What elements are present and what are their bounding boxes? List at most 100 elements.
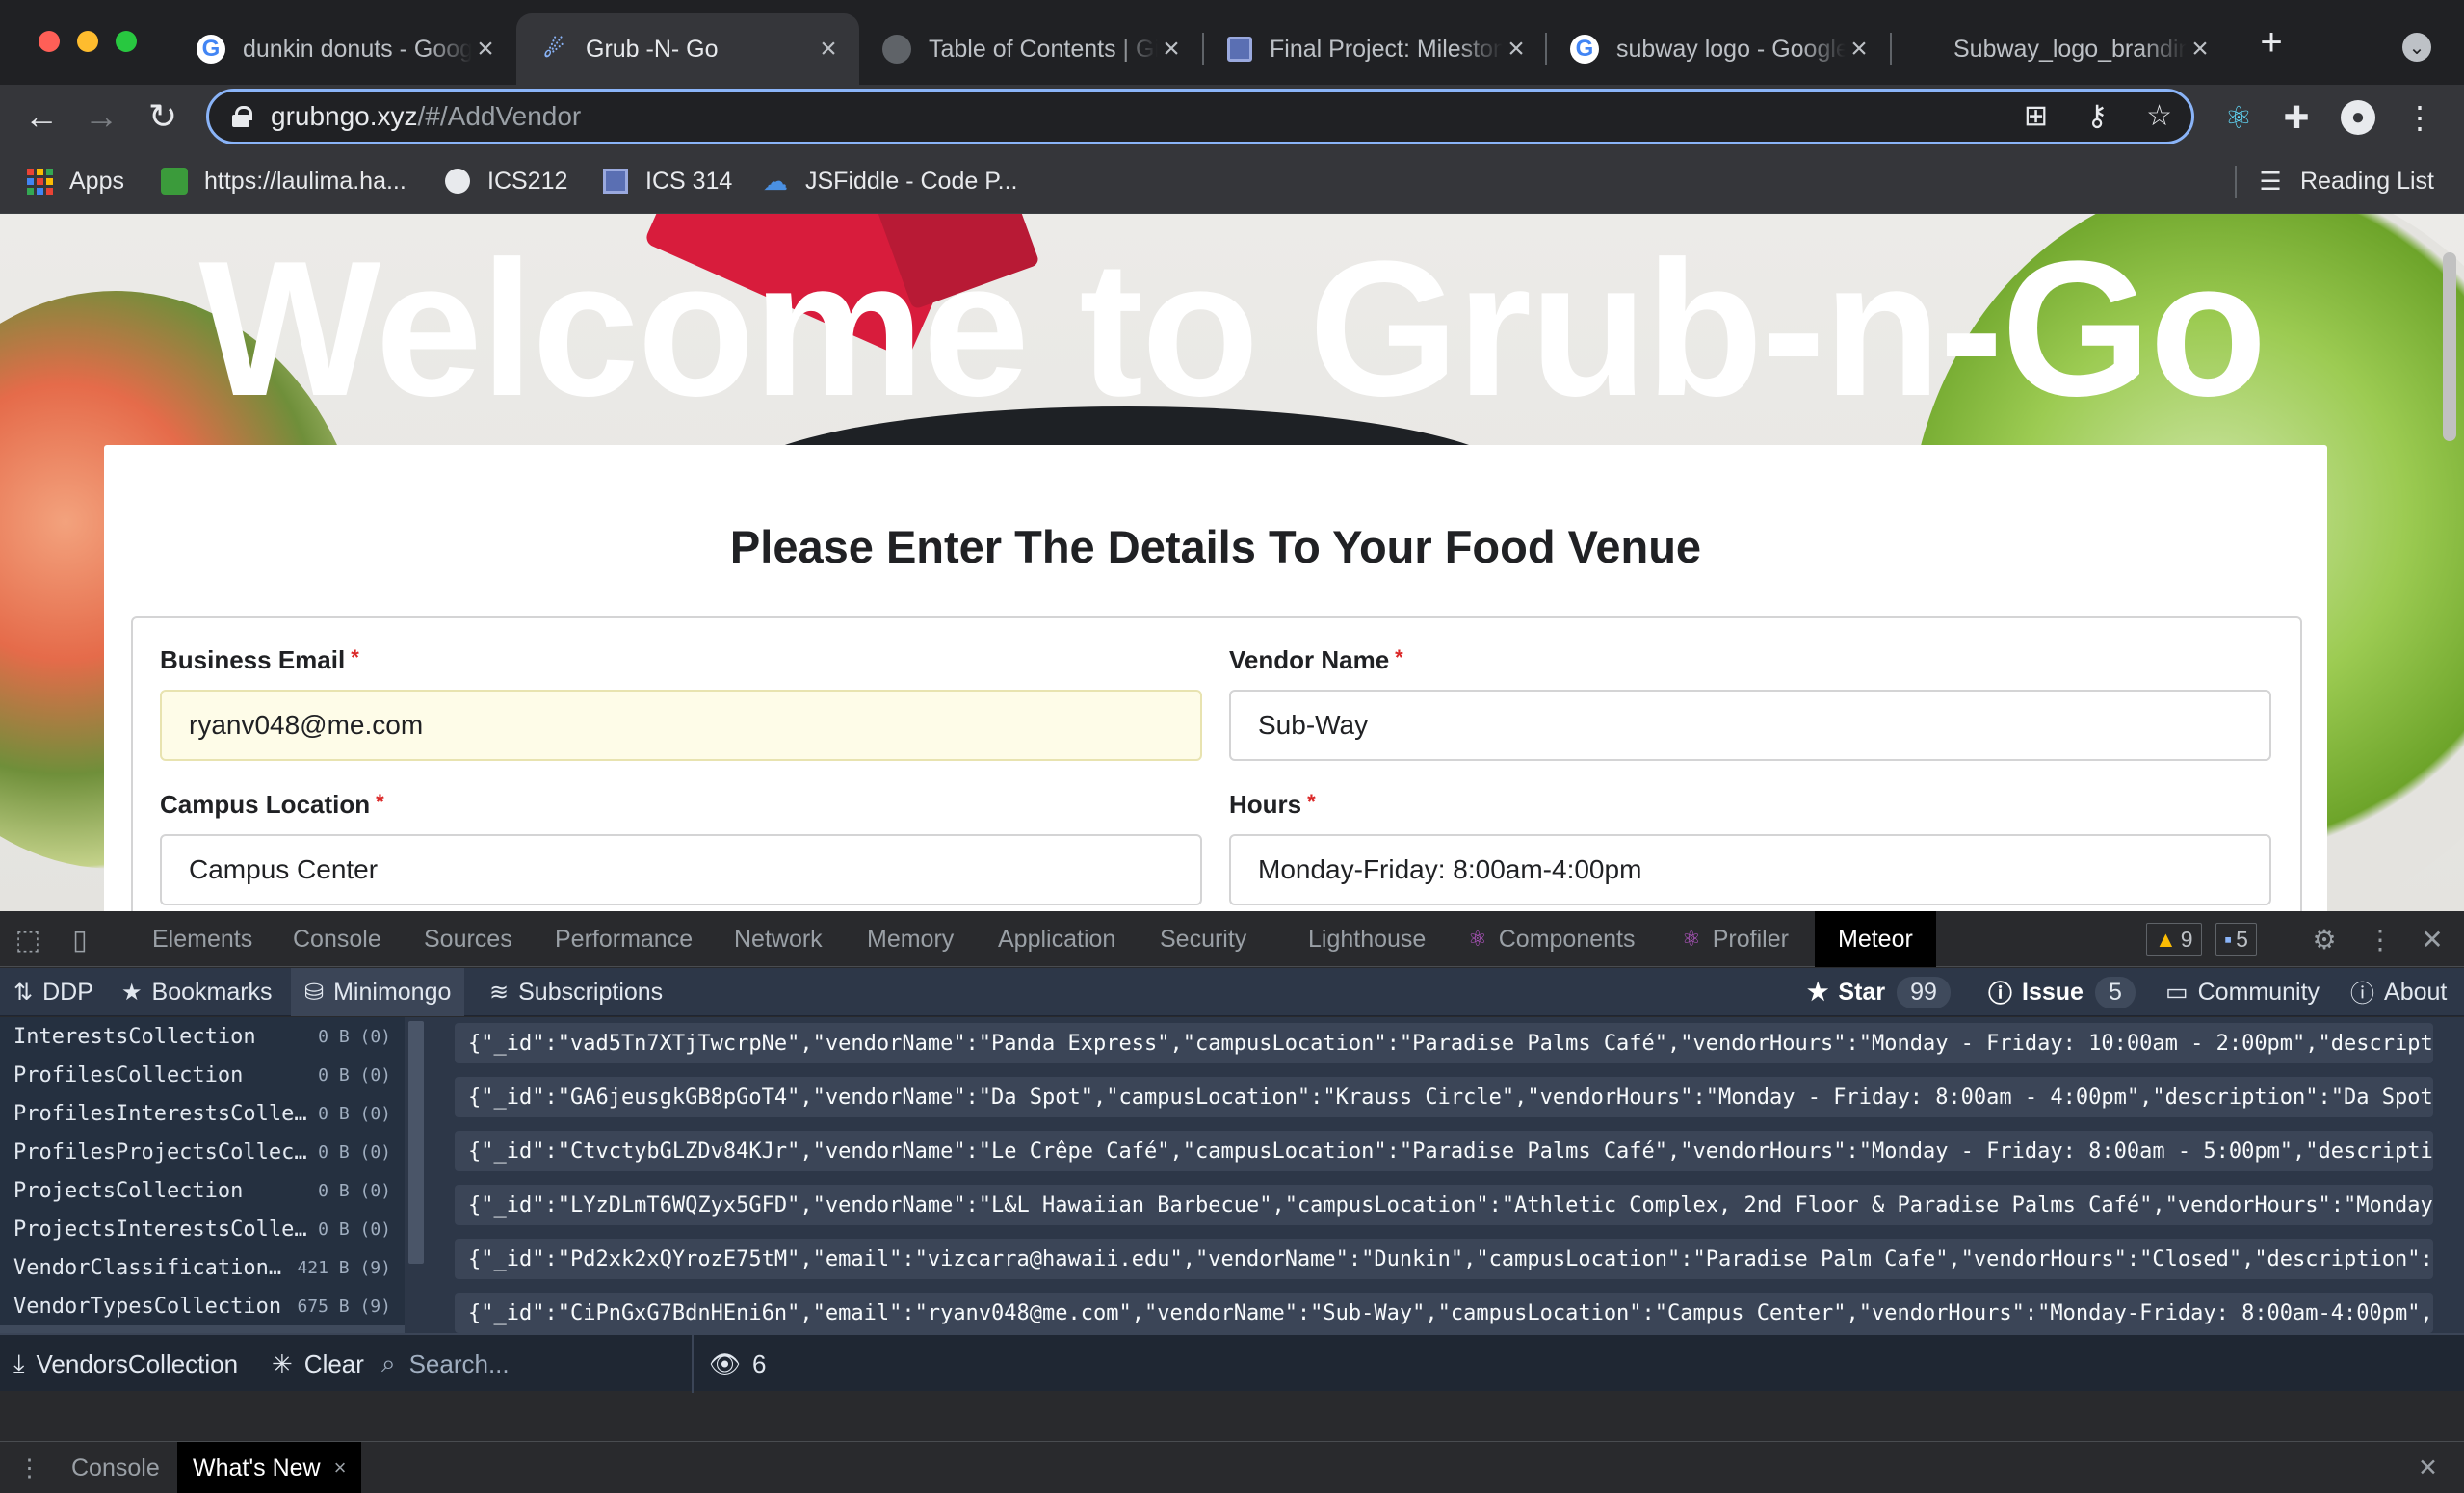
about-link[interactable]: ⓘ About [2350,968,2447,1016]
close-tab-icon[interactable]: × [2187,33,2214,65]
collection-item[interactable]: InterestsCollection 0 B (0) [0,1017,405,1056]
devtools-tab-memory[interactable]: Memory [867,911,954,967]
meteor-tab-subscriptions[interactable]: ≋ Subscriptions [476,968,676,1016]
meteor-tab-minimongo[interactable]: ⛁ Minimongo [291,968,465,1016]
react-devtools-icon[interactable]: ⚛ [2217,96,2260,139]
window-close-button[interactable] [39,31,60,52]
close-icon[interactable]: × [334,1455,347,1480]
document-row[interactable]: {"_id":"vad5Tn7XTjTwcrpNe","vendorName":… [455,1023,2433,1063]
github-star-button[interactable]: ★ Star 99 [1807,968,1951,1016]
bookmark-ics212[interactable]: ICS212 [443,162,567,200]
inspect-element-icon[interactable]: ⬚ [12,923,44,956]
document-row[interactable]: {"_id":"Pd2xk2xQYrozE75tM","email":"vizc… [455,1239,2433,1279]
collection-name: InterestsCollection [13,1024,256,1049]
devtools-tab-meteor[interactable]: Meteor [1815,911,1936,967]
close-drawer-icon[interactable]: ✕ [2418,1442,2438,1493]
browser-tab[interactable]: G subway logo - Google Search × [1547,13,1890,85]
settings-gear-icon[interactable]: ⚙ [2308,923,2341,956]
devtools-tab-lighthouse[interactable]: Lighthouse [1308,911,1426,967]
bookmarks-bar: Apps https://laulima.ha... ICS212 ICS 31… [0,148,2464,214]
document-row[interactable]: {"_id":"GA6jeusgkGB8pGoT4","vendorName":… [455,1077,2433,1117]
window-minimize-button[interactable] [77,31,98,52]
bookmark-ics314[interactable]: ICS 314 [601,162,732,200]
document-row[interactable]: {"_id":"LYzDLmT6WQZyx5GFD","vendorName":… [455,1185,2433,1225]
collections-scrollbar[interactable] [408,1021,424,1264]
tab-search-chevron-icon[interactable]: ⌄ [2402,33,2431,62]
drawer-tab-whats-new[interactable]: What's New × [177,1442,362,1493]
collection-item[interactable]: ProjectsCollection 0 B (0) [0,1171,405,1210]
browser-tab[interactable]: Table of Contents | GitHub × [859,13,1202,85]
back-arrow-icon[interactable]: ← [19,94,64,139]
collection-name: ProjectsCollection [13,1178,244,1203]
bookmark-apps[interactable]: Apps [25,162,124,200]
hours-input[interactable] [1229,834,2271,905]
new-tab-plus-icon[interactable]: + [2250,21,2293,64]
close-tab-icon[interactable]: × [472,33,499,65]
window-zoom-button[interactable] [116,31,137,52]
collection-item[interactable]: ProfilesProjectsCollection 0 B (0) [0,1133,405,1171]
collection-name: VendorClassificationsCo... [13,1255,289,1280]
clear-button[interactable]: ✳ Clear [272,1335,364,1393]
community-link[interactable]: ▭ Community [2165,968,2320,1016]
device-toolbar-icon[interactable]: ▯ [64,923,96,956]
issue-icon: ⓘ [1988,981,2013,1008]
reading-list-button[interactable]: ☰ Reading List [2256,162,2434,200]
bookmark-laulima[interactable]: https://laulima.ha... [160,162,406,200]
browser-tab[interactable]: Final Project: Milestone × [1204,13,1547,85]
close-devtools-icon[interactable]: ✕ [2416,923,2449,956]
search-input[interactable] [408,1349,660,1379]
close-tab-icon[interactable]: × [1158,33,1185,65]
install-app-icon[interactable]: ⊞ [2024,99,2048,133]
page-scrollbar-thumb[interactable] [2443,252,2456,441]
collection-item[interactable]: VendorsCollection2.12 kB (6) [0,1325,405,1333]
close-tab-icon[interactable]: × [815,33,842,65]
devtools-tab-profiler[interactable]: ⚛ Profiler [1682,911,1789,967]
devtools-tab-sources[interactable]: Sources [424,911,512,967]
devtools-tab-console[interactable]: Console [293,911,381,967]
forward-arrow-icon[interactable]: → [79,94,123,139]
collection-item[interactable]: ProfilesCollection 0 B (0) [0,1056,405,1094]
bookmark-jsfiddle[interactable]: ☁ JSFiddle - Code P... [761,162,1017,200]
vendor-name-input[interactable] [1229,690,2271,761]
issues-badge[interactable]: ▪ 5 [2215,923,2257,956]
collection-item[interactable]: ProfilesInterestsCollect... 0 B (0) [0,1094,405,1133]
devtools-tab-application[interactable]: Application [998,911,1115,967]
drawer-menu-icon[interactable]: ⋮ [17,1442,41,1493]
devtools-tab-network[interactable]: Network [734,911,823,967]
meteor-tab-ddp[interactable]: ⇅ DDP [0,968,107,1016]
document-row[interactable]: {"_id":"CtvctybGLZDv84KJr","vendorName":… [455,1131,2433,1171]
browser-tab[interactable]: G dunkin donuts - Google Search × [173,13,516,85]
react-icon: ⚛ [1682,927,1701,951]
profile-avatar-icon[interactable]: ● [2337,96,2379,139]
business-email-input[interactable] [160,690,1202,761]
github-issue-button[interactable]: ⓘ Issue 5 [1988,968,2136,1016]
devtools-tab-elements[interactable]: Elements [152,911,252,967]
devtools-tab-performance[interactable]: Performance [555,911,693,967]
bookmark-label: Apps [69,167,124,195]
address-bar[interactable]: grubngo.xyz/#/AddVendor ⊞ ⚷ ☆ [206,89,2194,144]
browser-tab[interactable]: Subway_logo_branding × [1892,13,2231,85]
campus-location-input[interactable] [160,834,1202,905]
chat-icon: ▭ [2165,979,2189,1006]
browser-tab-active[interactable]: ☄ Grub -N- Go × [516,13,859,85]
collection-item[interactable]: VendorTypesCollection 675 B (9) [0,1287,405,1325]
bookmark-star-icon[interactable]: ☆ [2146,99,2172,133]
devtools-tab-components[interactable]: ⚛ Components [1468,911,1635,967]
apps-grid-icon [25,167,54,196]
devtools-tab-security[interactable]: Security [1160,911,1246,967]
collection-item[interactable]: ProjectsInterestsCollect... 0 B (0) [0,1210,405,1248]
document-search[interactable]: ⌕ [381,1335,694,1393]
meteor-tab-bookmarks[interactable]: ★ Bookmarks [108,968,286,1016]
collection-item[interactable]: VendorClassificationsCo... 421 B (9) [0,1248,405,1287]
lock-icon[interactable] [232,106,252,127]
drawer-tab-console[interactable]: Console [71,1442,160,1493]
devtools-more-icon[interactable]: ⋮ [2364,923,2397,956]
extensions-puzzle-icon[interactable]: ✚ [2275,96,2318,139]
key-icon[interactable]: ⚷ [2086,99,2108,133]
warnings-badge[interactable]: ▲ 9 [2146,923,2202,956]
more-menu-icon[interactable]: ⋮ [2398,96,2441,139]
close-tab-icon[interactable]: × [1503,33,1530,65]
close-tab-icon[interactable]: × [1846,33,1873,65]
reload-icon[interactable]: ↻ [141,94,185,139]
document-row[interactable]: {"_id":"CiPnGxG7BdnHEni6n","email":"ryan… [455,1293,2433,1333]
